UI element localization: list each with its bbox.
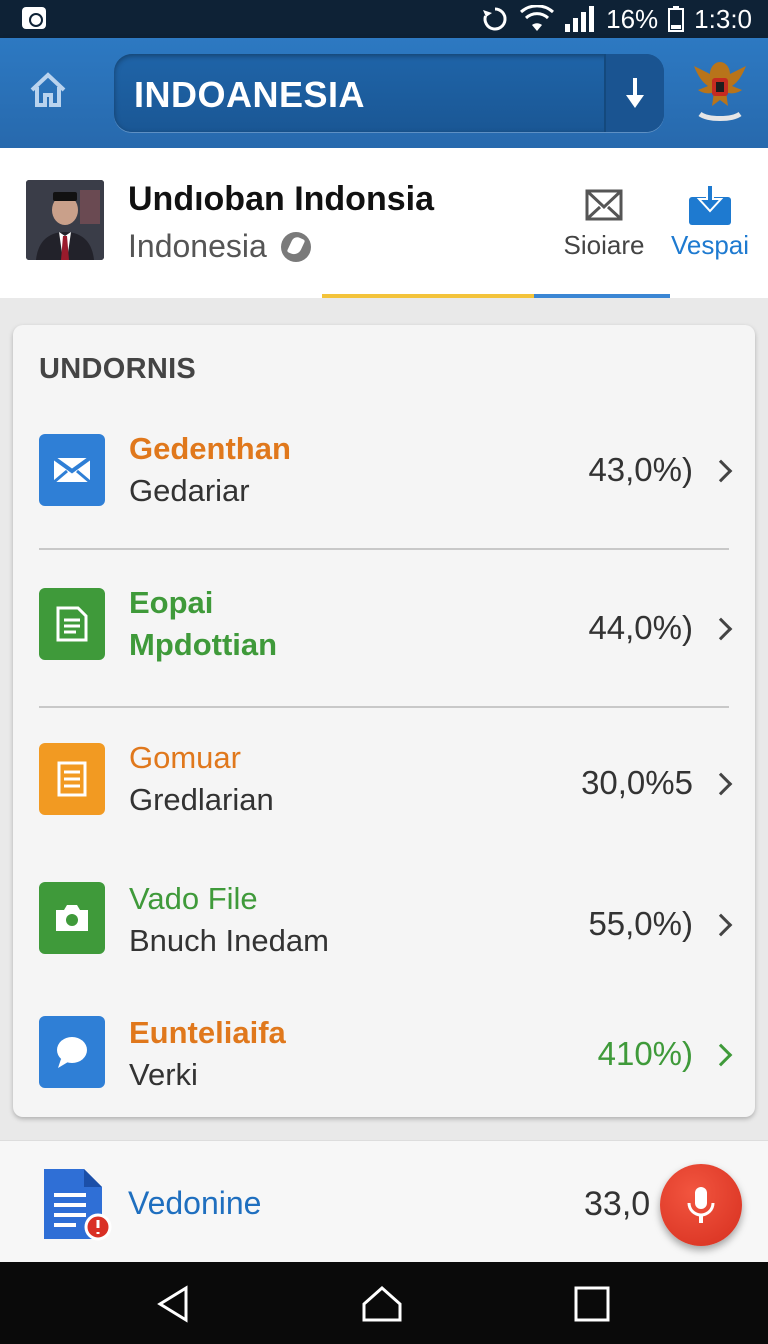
home-icon[interactable] [360, 1284, 404, 1324]
mail-icon [39, 434, 105, 506]
app-bar: INDOANESIA [0, 38, 768, 148]
microphone-icon [687, 1187, 715, 1223]
list-item-title: Vado File [129, 881, 258, 916]
list-item-title: Eopai [129, 585, 214, 620]
download-button[interactable] [604, 54, 664, 132]
list-item[interactable]: Eunteliaifa Verki 410%) [13, 1005, 755, 1115]
share-icon [664, 180, 756, 230]
list-item[interactable]: Vado File Bnuch Inedam 55,0%) [13, 871, 755, 981]
recents-icon[interactable] [572, 1284, 616, 1324]
list-item-value: 55,0%) [588, 905, 693, 942]
card-title: UNDORNIS [39, 353, 197, 385]
list-item-subtitle: Verki [129, 1057, 198, 1092]
search-field[interactable]: INDOANESIA [114, 54, 664, 132]
battery-percent: 16% [606, 3, 659, 34]
status-bar: 16% 1:3:0 [0, 0, 768, 38]
chat-icon [39, 1016, 105, 1088]
tab-indicator-yellow [322, 294, 534, 298]
list-item-title: Vedonine [128, 1185, 262, 1221]
chevron-right-icon [709, 459, 733, 483]
voice-fab[interactable] [660, 1164, 742, 1246]
notes-icon [39, 743, 105, 815]
profile-name: Undıoban Indonsia [128, 180, 434, 218]
list-item-subtitle: Gedariar [129, 473, 250, 508]
signal-icon [564, 6, 596, 32]
tab-indicator-blue [534, 294, 670, 298]
list-item[interactable]: Gedenthan Gedariar 43,0%) [13, 417, 755, 527]
avatar[interactable] [26, 180, 104, 260]
list-item-subtitle: Gredlarian [129, 782, 274, 817]
wifi-icon [520, 5, 555, 33]
vespai-label: Vespai [670, 230, 750, 260]
profile-header: Undıoban Indonsia Indonesia Sioiare Vesp… [0, 148, 768, 298]
back-icon[interactable] [152, 1284, 196, 1324]
google-docs-icon [38, 1165, 112, 1241]
list-item-subtitle: Mpdottian [129, 627, 278, 662]
profile-country-row: Indonesia [128, 228, 311, 265]
list-item-title: Eunteliaifa [129, 1015, 286, 1050]
chevron-right-icon [709, 1043, 733, 1067]
chevron-right-icon [709, 913, 733, 937]
list-item[interactable]: Vedonine 33,0 [0, 1140, 768, 1262]
document-icon [39, 588, 105, 660]
list-item-value: 43,0%) [588, 451, 693, 488]
garuda-emblem[interactable] [688, 54, 752, 126]
list-item[interactable]: Eopai Mpdottian 44,0%) [13, 575, 755, 685]
list-item[interactable]: Gomuar Gredlarian 30,0%5 [13, 730, 755, 840]
globe-icon [280, 231, 311, 262]
clock: 1:3:0 [694, 3, 752, 34]
list-item-title: Gedenthan [129, 431, 291, 466]
list-item-title: Gomuar [129, 740, 241, 775]
camera-notification-icon [22, 7, 46, 29]
list-item-value: 44,0%) [588, 609, 693, 646]
camera-icon [39, 882, 105, 954]
battery-icon [668, 6, 685, 32]
chevron-right-icon [709, 617, 733, 641]
profile-country: Indonesia [128, 228, 267, 264]
vespai-action[interactable]: Vespai [664, 180, 756, 261]
search-field-label: INDOANESIA [134, 74, 366, 115]
chevron-right-icon [709, 772, 733, 796]
divider [39, 706, 729, 708]
results-card: UNDORNIS Gedenthan Gedariar 43,0%) Eopai… [13, 325, 755, 1117]
download-icon [626, 78, 644, 108]
sync-icon [480, 4, 510, 34]
list-item-value: 30,0%5 [581, 764, 693, 801]
mail-icon [558, 180, 650, 230]
divider [39, 548, 729, 550]
share-mail-action[interactable]: Sioiare [558, 180, 650, 261]
list-item-value: 410%) [597, 1035, 693, 1072]
list-item-subtitle: Bnuch Inedam [129, 923, 329, 958]
list-item-value: 33,0 [584, 1185, 651, 1223]
home-icon[interactable] [26, 68, 70, 112]
share-mail-label: Sioiare [563, 230, 645, 260]
navigation-bar [0, 1262, 768, 1344]
